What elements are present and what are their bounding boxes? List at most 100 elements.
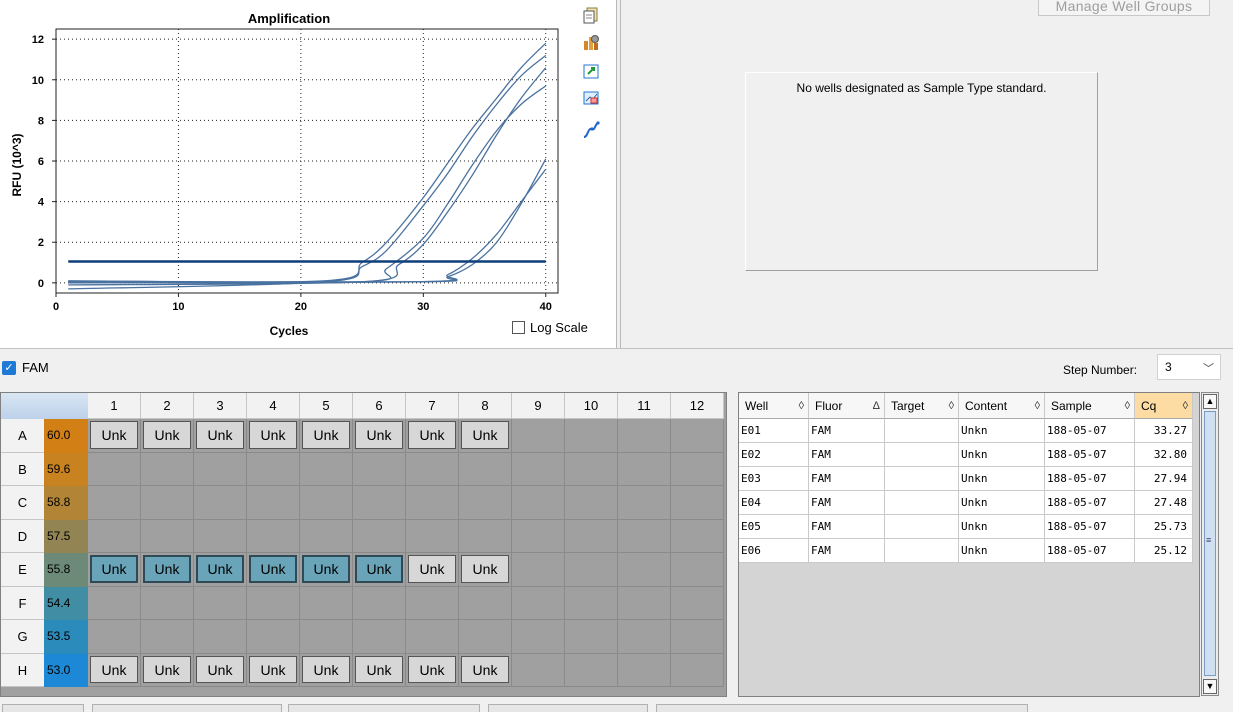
table-cell[interactable]: E03 (739, 467, 809, 491)
well-content-label[interactable]: Unk (196, 655, 244, 683)
plate-well[interactable] (247, 486, 300, 520)
table-cell[interactable]: 27.94 (1135, 467, 1193, 491)
bottom-tab-4[interactable] (488, 704, 648, 712)
plate-well[interactable] (194, 486, 247, 520)
export-icon[interactable] (582, 62, 600, 80)
plate-well[interactable]: Unk (406, 653, 459, 687)
log-scale-checkbox[interactable] (512, 321, 525, 334)
table-cell[interactable]: E01 (739, 419, 809, 443)
table-cell[interactable] (885, 467, 959, 491)
plate-well[interactable] (300, 620, 353, 654)
plate-well[interactable] (406, 519, 459, 553)
table-cell[interactable]: Unkn (959, 491, 1045, 515)
well-content-label[interactable]: Unk (355, 421, 403, 449)
table-cell[interactable] (885, 515, 959, 539)
well-content-label[interactable]: Unk (90, 555, 138, 583)
table-cell[interactable]: FAM (809, 467, 885, 491)
table-cell[interactable]: Unkn (959, 539, 1045, 563)
table-cell[interactable]: FAM (809, 419, 885, 443)
table-cell[interactable]: 25.12 (1135, 539, 1193, 563)
bottom-tab-2[interactable] (92, 704, 282, 712)
plate-column-header[interactable]: 5 (300, 393, 353, 419)
well-content-label[interactable]: Unk (196, 555, 244, 583)
chart-settings-icon[interactable] (582, 33, 600, 51)
well-content-label[interactable]: Unk (249, 555, 297, 583)
well-content-label[interactable]: Unk (355, 555, 403, 583)
plate-well[interactable] (512, 653, 565, 687)
well-content-label[interactable]: Unk (461, 555, 509, 583)
amplification-chart[interactable]: 0 10 20 30 40 0 2 4 6 8 10 12 Amplification Cycles RFU… (0, 0, 617, 348)
well-content-label[interactable]: Unk (249, 655, 297, 683)
sort-icon[interactable]: ◊ (1125, 393, 1130, 419)
plate-well[interactable] (88, 486, 141, 520)
table-cell[interactable]: 188-05-07 (1045, 539, 1135, 563)
plate-well[interactable] (406, 620, 459, 654)
plate-well[interactable] (88, 519, 141, 553)
plate-well[interactable]: Unk (459, 653, 512, 687)
column-header-sample[interactable]: Sample ◊ (1045, 393, 1135, 419)
table-cell[interactable]: 32.80 (1135, 443, 1193, 467)
plate-well[interactable]: Unk (459, 553, 512, 587)
plate-well[interactable] (618, 452, 671, 486)
plate-well[interactable]: Unk (353, 553, 406, 587)
plate-well[interactable] (353, 586, 406, 620)
well-content-label[interactable]: Unk (461, 421, 509, 449)
plate-well[interactable]: Unk (353, 419, 406, 453)
plate-row-header[interactable]: B (1, 452, 44, 486)
plate-well[interactable]: Unk (141, 553, 194, 587)
plate-well[interactable] (300, 452, 353, 486)
table-cell[interactable]: 188-05-07 (1045, 419, 1135, 443)
plate-well[interactable]: Unk (194, 419, 247, 453)
well-content-label[interactable]: Unk (461, 655, 509, 683)
plate-well[interactable] (406, 486, 459, 520)
plate-corner[interactable] (1, 393, 88, 419)
well-content-label[interactable]: Unk (196, 421, 244, 449)
sort-icon[interactable]: ◊ (799, 393, 804, 419)
table-cell[interactable]: E05 (739, 515, 809, 539)
plate-well[interactable] (671, 419, 724, 453)
plate-well[interactable] (353, 452, 406, 486)
table-cell[interactable] (885, 539, 959, 563)
table-cell[interactable]: Unkn (959, 515, 1045, 539)
plate-well[interactable] (194, 452, 247, 486)
plate-well[interactable] (247, 586, 300, 620)
column-header-content[interactable]: Content ◊ (959, 393, 1045, 419)
plate-well[interactable] (618, 553, 671, 587)
plate-row-header[interactable]: C (1, 486, 44, 520)
plate-column-header[interactable]: 8 (459, 393, 512, 419)
plate-well[interactable] (618, 653, 671, 687)
zoom-icon[interactable] (582, 89, 600, 107)
copy-icon[interactable] (582, 6, 600, 24)
plate-well[interactable]: Unk (194, 553, 247, 587)
plate-well[interactable] (353, 486, 406, 520)
plate-well[interactable] (247, 620, 300, 654)
plate-row-header[interactable]: H (1, 653, 44, 687)
table-cell[interactable]: Unkn (959, 443, 1045, 467)
scroll-down-button[interactable]: ▼ (1203, 679, 1217, 694)
plate-well[interactable]: Unk (406, 419, 459, 453)
plate-well[interactable] (512, 452, 565, 486)
plate-well[interactable]: Unk (459, 419, 512, 453)
plate-well[interactable] (512, 486, 565, 520)
plate-well[interactable] (618, 620, 671, 654)
plate-well[interactable]: Unk (88, 419, 141, 453)
table-cell[interactable]: FAM (809, 515, 885, 539)
plate-well[interactable]: Unk (353, 653, 406, 687)
plate-well[interactable]: Unk (141, 653, 194, 687)
plate-well[interactable]: Unk (88, 653, 141, 687)
plate-well[interactable]: Unk (194, 653, 247, 687)
well-content-label[interactable]: Unk (408, 555, 456, 583)
plate-well[interactable] (565, 486, 618, 520)
plate-column-header[interactable]: 6 (353, 393, 406, 419)
plate-well[interactable] (353, 620, 406, 654)
plate-well[interactable] (406, 586, 459, 620)
plate-well[interactable]: Unk (247, 653, 300, 687)
plate-well[interactable] (406, 452, 459, 486)
table-cell[interactable]: Unkn (959, 419, 1045, 443)
plate-column-header[interactable]: 11 (618, 393, 671, 419)
plate-well[interactable] (141, 586, 194, 620)
plate-well[interactable] (565, 586, 618, 620)
plate-well[interactable]: Unk (88, 553, 141, 587)
well-content-label[interactable]: Unk (302, 655, 350, 683)
table-cell[interactable] (885, 419, 959, 443)
